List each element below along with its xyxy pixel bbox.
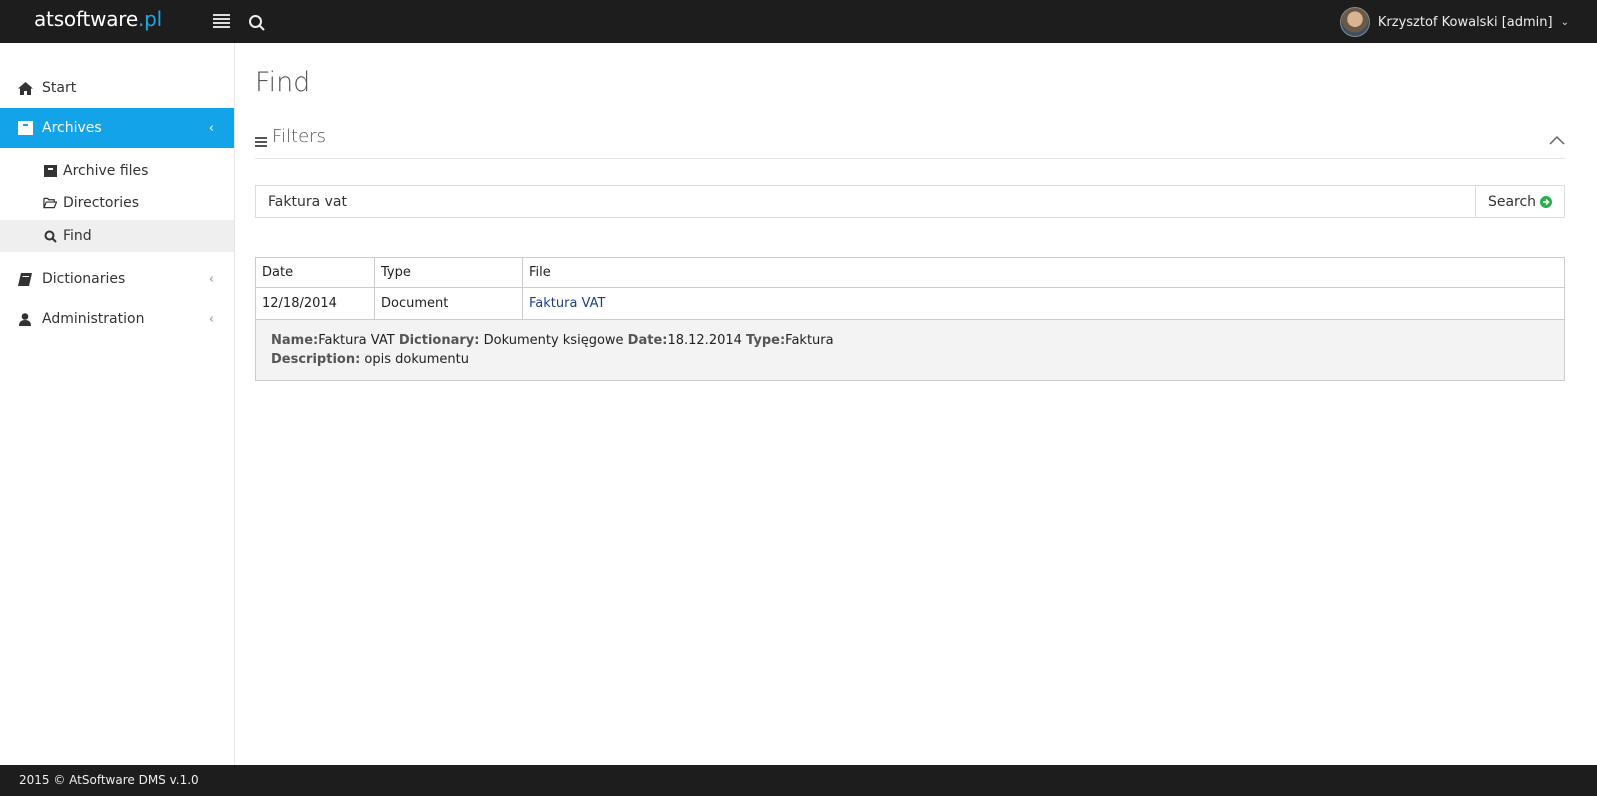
folder-open-icon <box>43 196 57 210</box>
detail-dictionary-label: Dictionary: <box>398 333 480 348</box>
chevron-left-icon: ‹ <box>208 120 214 136</box>
cell-file: Faktura VAT <box>522 287 1565 320</box>
book-icon <box>17 271 33 287</box>
sidebar-item-label: Start <box>42 80 77 96</box>
filters-title: Filters <box>272 126 326 147</box>
cell-date: 12/18/2014 <box>255 287 375 320</box>
search-bar: Search <box>255 185 1565 218</box>
archive-icon <box>17 120 33 136</box>
brand-domain-text: .pl <box>138 7 163 31</box>
sidebar-item-archives[interactable]: Archives ‹ <box>0 108 234 148</box>
detail-description-value: opis dokumentu <box>364 352 469 367</box>
file-link[interactable]: Faktura VAT <box>529 296 605 311</box>
arrow-circle-right-icon <box>1540 195 1553 208</box>
results-table: Date Type File 12/18/2014 Document Faktu… <box>255 257 1565 381</box>
detail-dictionary-value: Dokumenty księgowe <box>483 333 624 348</box>
search-icon[interactable] <box>248 14 266 32</box>
footer-text: 2015 © AtSoftware DMS v.1.0 <box>19 773 199 787</box>
sidebar-item-administration[interactable]: Administration ‹ <box>0 299 234 339</box>
home-icon <box>17 80 33 96</box>
page-title: Find <box>255 67 311 98</box>
table-row[interactable]: 12/18/2014 Document Faktura VAT <box>255 287 1565 320</box>
chevron-left-icon: ‹ <box>208 311 214 327</box>
sidebar-item-start[interactable]: Start <box>0 68 234 108</box>
sidebar-subitem-label: Directories <box>63 195 140 211</box>
sidebar-subitem-label: Archive files <box>63 163 149 179</box>
search-icon <box>43 229 57 243</box>
user-icon <box>17 311 33 327</box>
sidebar-subitem-find[interactable]: Find <box>0 220 234 252</box>
table-header-row: Date Type File <box>255 257 1565 288</box>
search-button-label: Search <box>1487 193 1537 210</box>
sidebar-subitem-directories[interactable]: Directories <box>0 187 234 219</box>
search-input[interactable] <box>256 186 1475 217</box>
archive-box-icon <box>43 164 57 178</box>
column-header-date[interactable]: Date <box>255 257 375 288</box>
detail-description-label: Description: <box>271 352 361 367</box>
chevron-down-icon: ⌄ <box>1560 16 1569 28</box>
sidebar-item-dictionaries[interactable]: Dictionaries ‹ <box>0 259 234 299</box>
user-menu[interactable]: Krzysztof Kowalski [admin] ⌄ <box>1339 7 1569 37</box>
menu-toggle-icon[interactable] <box>213 14 230 28</box>
detail-name-label: Name: <box>271 333 319 348</box>
chevron-left-icon: ‹ <box>208 271 214 287</box>
top-navbar: atsoftware.pl Krzysztof Kowalski [admin]… <box>0 0 1597 43</box>
footer: 2015 © AtSoftware DMS v.1.0 <box>0 765 1597 796</box>
column-header-file[interactable]: File <box>522 257 1565 288</box>
row-details: Name:Faktura VAT Dictionary: Dokumenty k… <box>255 319 1565 381</box>
brand-main-text: atsoftware <box>34 7 138 31</box>
brand-logo[interactable]: atsoftware.pl <box>34 7 162 31</box>
filters-panel-header: Filters <box>255 124 1565 159</box>
column-header-type[interactable]: Type <box>374 257 523 288</box>
search-button[interactable]: Search <box>1475 186 1564 217</box>
menu-lines-icon <box>255 137 267 149</box>
avatar <box>1339 7 1370 37</box>
detail-date-value: 18.12.2014 <box>667 333 742 348</box>
sidebar-item-label: Archives <box>42 120 102 136</box>
user-name: Krzysztof Kowalski [admin] <box>1377 14 1553 30</box>
detail-type-label: Type: <box>746 333 786 348</box>
sidebar-subitem-archive-files[interactable]: Archive files <box>0 155 234 187</box>
sidebar-item-label: Dictionaries <box>42 271 126 287</box>
row-details-cell: Name:Faktura VAT Dictionary: Dokumenty k… <box>255 319 1565 381</box>
cell-type: Document <box>374 287 523 320</box>
detail-type-value: Faktura <box>785 333 834 348</box>
detail-name-value: Faktura VAT <box>318 333 395 348</box>
sidebar-subitem-label: Find <box>63 228 92 244</box>
detail-date-label: Date: <box>627 333 668 348</box>
sidebar: Start Archives ‹ Archive files Directori… <box>0 43 235 765</box>
chevron-up-icon[interactable] <box>1549 130 1565 145</box>
sidebar-item-label: Administration <box>42 311 145 327</box>
